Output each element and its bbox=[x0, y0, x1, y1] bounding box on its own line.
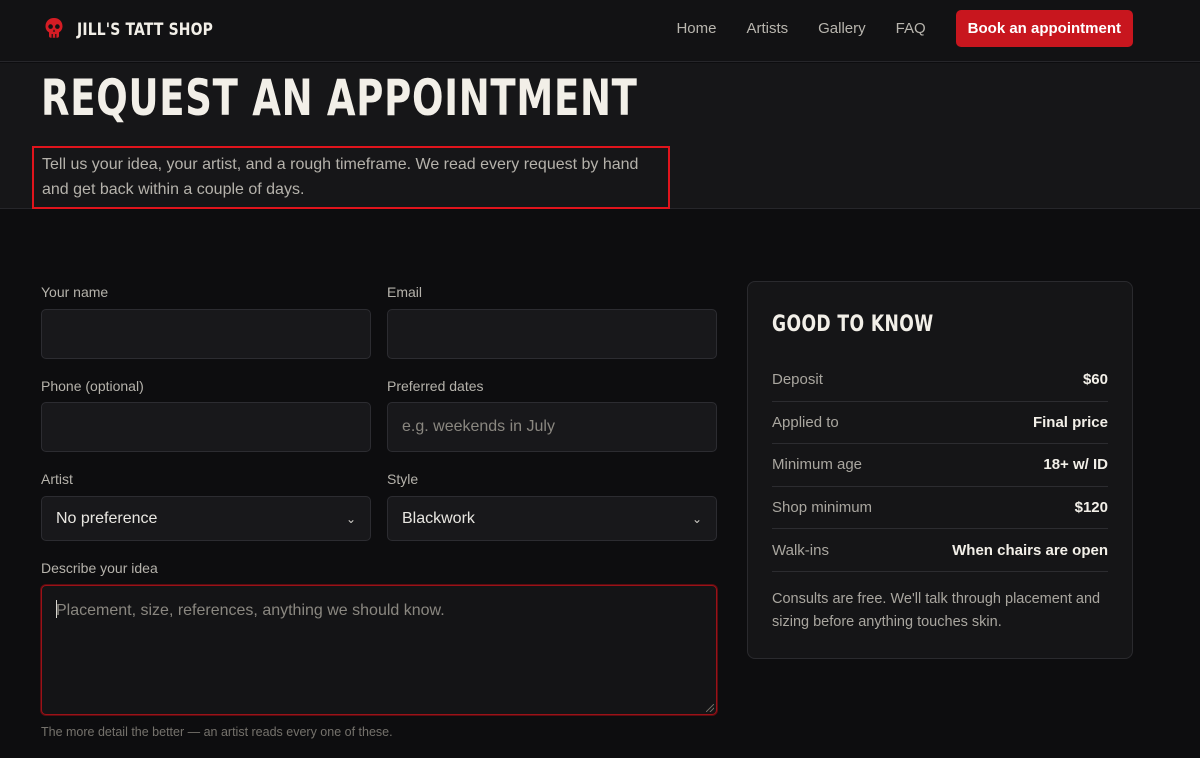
email-input[interactable] bbox=[387, 309, 717, 359]
info-key: Walk-ins bbox=[772, 541, 829, 559]
preferred-dates-input[interactable]: e.g. weekends in July bbox=[387, 402, 717, 452]
style-label: Style bbox=[387, 471, 419, 487]
info-row-minimum-age: Minimum age 18+ w/ ID bbox=[772, 444, 1108, 487]
book-appointment-button[interactable]: Book an appointment bbox=[955, 10, 1133, 47]
name-label: Your name bbox=[41, 284, 109, 300]
hero-section: REQUEST AN APPOINTMENT Tell us your idea… bbox=[0, 63, 1200, 209]
preferred-dates-label: Preferred dates bbox=[387, 378, 484, 394]
style-select[interactable]: Blackwork ⌄ bbox=[387, 496, 717, 541]
good-to-know-card: GOOD TO KNOW Deposit $60 Applied to Fina… bbox=[747, 281, 1133, 659]
info-value: $120 bbox=[1074, 499, 1108, 517]
brand[interactable]: JILL'S TATT SHOP bbox=[44, 16, 243, 44]
chevron-down-icon: ⌄ bbox=[691, 511, 702, 526]
phone-label: Phone (optional) bbox=[41, 378, 144, 394]
consult-note: Consults are free. We'll talk through pl… bbox=[772, 591, 1101, 630]
page-title: REQUEST AN APPOINTMENT bbox=[41, 69, 638, 127]
info-row-applied-to: Applied to Final price bbox=[772, 402, 1108, 445]
lead-text: Tell us your idea, your artist, and a ro… bbox=[42, 156, 639, 198]
info-list: Deposit $60 Applied to Final price Minim… bbox=[772, 359, 1108, 572]
info-row-walk-ins: Walk-ins When chairs are open bbox=[772, 529, 1108, 572]
skull-icon bbox=[44, 17, 64, 44]
info-key: Applied to bbox=[772, 413, 839, 431]
chevron-down-icon: ⌄ bbox=[345, 511, 356, 526]
artist-label: Artist bbox=[41, 471, 73, 487]
info-row-deposit: Deposit $60 bbox=[772, 359, 1108, 402]
nav-link-home[interactable]: Home bbox=[676, 20, 716, 37]
artist-select-value: No preference bbox=[56, 509, 158, 527]
phone-input[interactable] bbox=[41, 402, 371, 452]
nav-link-gallery[interactable]: Gallery bbox=[818, 20, 866, 37]
card-title: GOOD TO KNOW bbox=[772, 312, 934, 337]
name-input[interactable] bbox=[41, 309, 371, 359]
brand-name: JILL'S TATT SHOP bbox=[77, 20, 214, 40]
email-label: Email bbox=[387, 284, 423, 300]
info-key: Deposit bbox=[772, 371, 823, 389]
style-select-value: Blackwork bbox=[402, 509, 475, 527]
resize-handle-icon[interactable] bbox=[706, 704, 714, 712]
idea-textarea[interactable]: Placement, size, references, anything we… bbox=[41, 585, 717, 715]
preferred-dates-placeholder: e.g. weekends in July bbox=[402, 418, 555, 435]
idea-placeholder: Placement, size, references, anything we… bbox=[56, 602, 445, 619]
info-value: $60 bbox=[1082, 371, 1108, 389]
info-key: Minimum age bbox=[772, 456, 863, 474]
artist-select[interactable]: No preference ⌄ bbox=[41, 496, 371, 541]
idea-label: Describe your idea bbox=[41, 560, 158, 576]
nav-link-faq[interactable]: FAQ bbox=[896, 20, 926, 37]
lead-highlight-box: Tell us your idea, your artist, and a ro… bbox=[32, 146, 670, 209]
nav-link-artists[interactable]: Artists bbox=[746, 20, 788, 37]
info-value: Final price bbox=[1032, 413, 1108, 431]
info-value: 18+ w/ ID bbox=[1043, 456, 1108, 474]
main-nav: Home Artists Gallery FAQ Book an appoint… bbox=[676, 10, 1133, 47]
info-row-shop-minimum: Shop minimum $120 bbox=[772, 487, 1108, 530]
info-value: When chairs are open bbox=[952, 541, 1108, 559]
idea-help-text: The more detail the better — an artist r… bbox=[41, 725, 393, 739]
top-navigation-bar: JILL'S TATT SHOP Home Artists Gallery FA… bbox=[0, 0, 1200, 62]
info-key: Shop minimum bbox=[772, 499, 873, 517]
